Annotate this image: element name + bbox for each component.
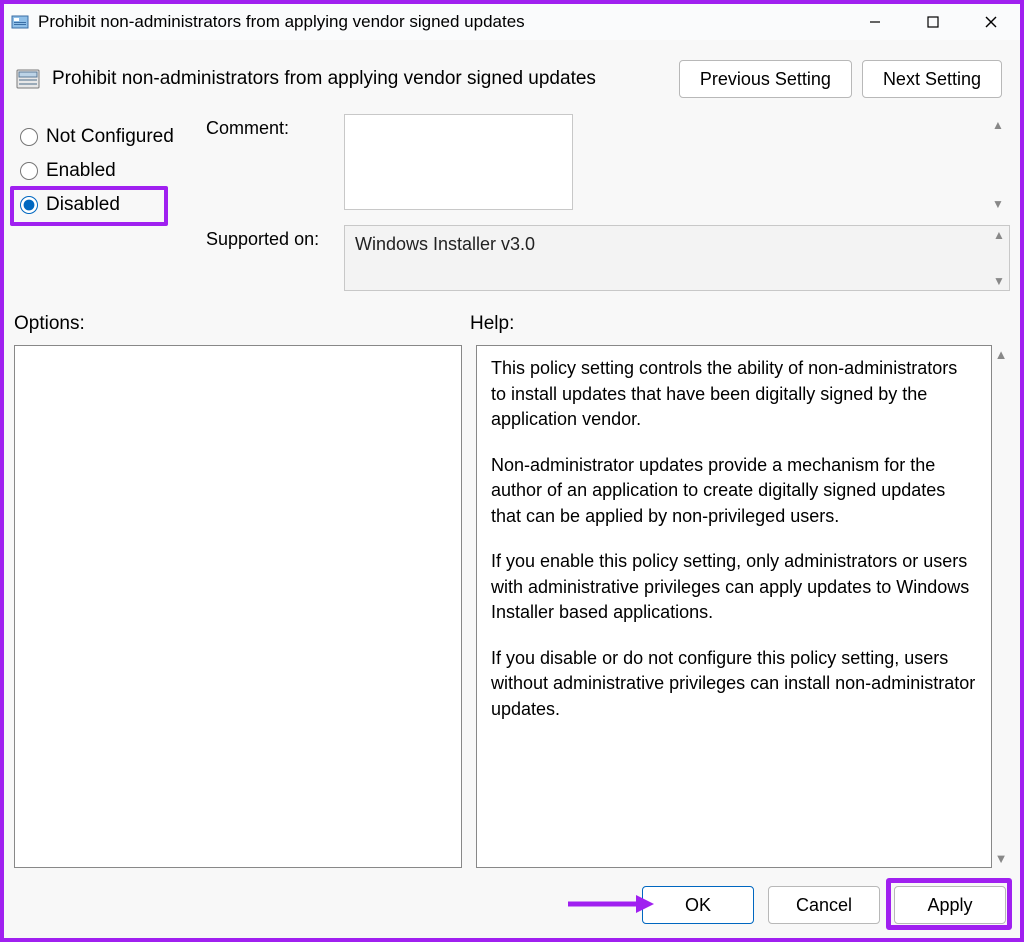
policy-editor-window: Prohibit non-administrators from applyin…: [4, 4, 1020, 938]
title-bar: Prohibit non-administrators from applyin…: [4, 4, 1020, 40]
help-panel: This policy setting controls the ability…: [476, 345, 992, 868]
help-label: Help:: [470, 313, 514, 335]
panel-labels-row: Options: Help:: [4, 301, 1020, 341]
radio-disabled[interactable]: Disabled: [16, 188, 196, 222]
help-paragraph: This policy setting controls the ability…: [491, 356, 977, 433]
supported-label: Supported on:: [206, 225, 332, 250]
supported-scrollbar[interactable]: ▲ ▼: [991, 228, 1007, 288]
help-paragraph: If you enable this policy setting, only …: [491, 549, 977, 626]
scroll-up-icon: ▲: [990, 118, 1006, 132]
radio-disabled-input[interactable]: [20, 196, 38, 214]
radio-enabled-input[interactable]: [20, 162, 38, 180]
comment-row: Comment: ▲ ▼: [206, 114, 1010, 215]
radio-enabled-label: Enabled: [46, 160, 116, 182]
apply-button[interactable]: Apply: [894, 886, 1006, 924]
scroll-up-icon: ▲: [991, 228, 1007, 242]
cancel-button[interactable]: Cancel: [768, 886, 880, 924]
form-column: Comment: ▲ ▼ Supported on: Windows Insta…: [206, 114, 1010, 291]
dialog-button-row: OK Cancel Apply: [4, 868, 1020, 938]
minimize-button[interactable]: [846, 4, 904, 40]
app-icon: [10, 12, 30, 32]
supported-row: Supported on: Windows Installer v3.0 ▲ ▼: [206, 225, 1010, 291]
policy-icon: [14, 65, 42, 93]
comment-textarea[interactable]: [344, 114, 573, 210]
panels-row: This policy setting controls the ability…: [4, 341, 1020, 868]
state-radio-group: Not Configured Enabled Disabled: [16, 114, 196, 291]
scroll-down-icon: ▼: [992, 851, 1010, 866]
supported-on-value: Windows Installer v3.0: [355, 234, 535, 254]
options-panel: [14, 345, 462, 868]
scroll-down-icon: ▼: [991, 274, 1007, 288]
ok-button[interactable]: OK: [642, 886, 754, 924]
radio-not-configured[interactable]: Not Configured: [16, 120, 196, 154]
next-setting-button[interactable]: Next Setting: [862, 60, 1002, 98]
setting-name: Prohibit non-administrators from applyin…: [52, 68, 596, 90]
help-scrollbar[interactable]: ▲ ▼: [992, 345, 1010, 868]
header-row: Prohibit non-administrators from applyin…: [4, 40, 1020, 112]
radio-enabled[interactable]: Enabled: [16, 154, 196, 188]
options-label: Options:: [14, 313, 470, 335]
maximize-button[interactable]: [904, 4, 962, 40]
radio-not-configured-input[interactable]: [20, 128, 38, 146]
help-paragraph: If you disable or do not configure this …: [491, 646, 977, 723]
close-button[interactable]: [962, 4, 1020, 40]
previous-setting-button[interactable]: Previous Setting: [679, 60, 852, 98]
scroll-up-icon: ▲: [992, 347, 1010, 362]
scroll-down-icon: ▼: [990, 197, 1006, 211]
radio-not-configured-label: Not Configured: [46, 126, 174, 148]
help-paragraph: Non-administrator updates provide a mech…: [491, 453, 977, 530]
supported-on-field: Windows Installer v3.0 ▲ ▼: [344, 225, 1010, 291]
annotation-arrow-icon: [564, 892, 654, 916]
window-title: Prohibit non-administrators from applyin…: [38, 12, 525, 32]
comment-scrollbar[interactable]: ▲ ▼: [990, 118, 1006, 211]
config-area: Not Configured Enabled Disabled Comment:…: [4, 112, 1020, 301]
comment-label: Comment:: [206, 114, 332, 139]
radio-disabled-label: Disabled: [46, 194, 120, 216]
